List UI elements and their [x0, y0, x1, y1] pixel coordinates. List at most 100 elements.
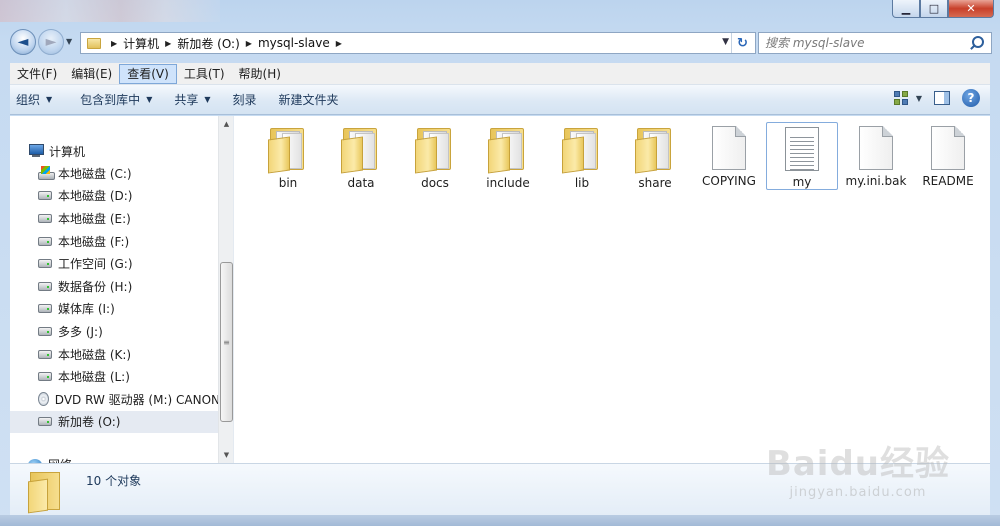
tree-item-label: 本地磁盘 (D:): [58, 189, 133, 204]
close-button[interactable]: ✕: [948, 0, 994, 18]
tree-item-drive-j[interactable]: 多多 (J:): [10, 320, 220, 343]
drive-icon: [38, 304, 52, 314]
navpane-scrollbar[interactable]: ▲ ≡ ▼: [218, 116, 233, 463]
address-history-dropdown[interactable]: ▼: [722, 37, 729, 47]
breadcrumb-computer[interactable]: 计算机: [123, 35, 159, 52]
text-document-icon: [785, 127, 819, 171]
search-input[interactable]: [759, 36, 969, 50]
folder-icon: [341, 126, 381, 174]
scroll-up-icon[interactable]: ▲: [219, 116, 233, 132]
search-box[interactable]: [758, 32, 992, 54]
tree-item-network[interactable]: 网络: [28, 456, 72, 463]
recent-pages-dropdown[interactable]: ▼: [66, 37, 72, 46]
drive-icon: [38, 259, 52, 269]
document-icon: [859, 126, 893, 170]
tree-item-drive-h[interactable]: 数据备份 (H:): [10, 275, 220, 298]
tree-item-label: 本地磁盘 (K:): [58, 347, 132, 362]
file-name: bin: [278, 176, 298, 190]
tree-item-drive-e[interactable]: 本地磁盘 (E:): [10, 207, 220, 230]
burn-button[interactable]: 刻录: [222, 91, 268, 108]
file-item-share[interactable]: share: [619, 122, 691, 190]
view-options-dropdown[interactable]: ▼: [916, 94, 922, 103]
file-name: include: [486, 176, 530, 190]
tree-item-label: 本地磁盘 (F:): [58, 234, 130, 249]
address-bar[interactable]: ▶ 计算机 ▶ 新加卷 (O:) ▶ mysql-slave ▶ ▼ ↻: [80, 32, 756, 54]
search-icon[interactable]: [969, 34, 987, 52]
explorer-window: ▁ □ ✕ ◄ ► ▼ ▶ 计算机 ▶ 新加卷 (O:) ▶ mysql-sla…: [0, 0, 1000, 526]
drive-icon: [38, 213, 52, 223]
menu-edit[interactable]: 编辑(E): [64, 64, 119, 84]
organize-label: 组织: [16, 93, 41, 107]
organize-button[interactable]: 组织 ▼: [10, 91, 63, 108]
file-item-data[interactable]: data: [325, 122, 397, 190]
back-button[interactable]: ◄: [10, 29, 36, 55]
include-in-library-button[interactable]: 包含到库中 ▼: [69, 91, 163, 108]
file-item-bin[interactable]: bin: [252, 122, 324, 190]
share-label: 共享: [174, 93, 199, 107]
tree-item-drive-d[interactable]: 本地磁盘 (D:): [10, 185, 220, 208]
chevron-right-icon[interactable]: ▶: [246, 39, 252, 48]
file-list: bin data docs include lib share COPYING …: [246, 122, 990, 452]
watermark-url: jingyan.baidu.com: [789, 485, 927, 500]
file-item-my-ini-bak[interactable]: my.ini.bak: [840, 122, 912, 190]
file-name: data: [347, 176, 375, 190]
scroll-down-icon[interactable]: ▼: [219, 447, 233, 463]
file-item-lib[interactable]: lib: [546, 122, 618, 190]
include-in-library-label: 包含到库中: [80, 93, 141, 107]
menu-tools[interactable]: 工具(T): [177, 64, 232, 84]
chevron-right-icon[interactable]: ▶: [336, 39, 342, 48]
scrollbar-thumb[interactable]: ≡: [220, 262, 233, 422]
tree-item-drive-k[interactable]: 本地磁盘 (K:): [10, 343, 220, 366]
file-name: my: [792, 175, 812, 189]
folder-icon: [268, 126, 308, 174]
breadcrumb: ▶ 计算机 ▶ 新加卷 (O:) ▶ mysql-slave ▶: [105, 35, 348, 52]
command-bar: 组织 ▼ 包含到库中 ▼ 共享 ▼ 刻录 新建文件夹 ▼ ?: [10, 85, 990, 115]
drive-icon: [38, 349, 52, 359]
forward-button[interactable]: ►: [38, 29, 64, 55]
title-bar: [0, 0, 220, 22]
tree-item-computer[interactable]: 计算机: [10, 140, 220, 162]
document-icon: [931, 126, 965, 170]
menu-file[interactable]: 文件(F): [10, 64, 64, 84]
tree-item-drive-i[interactable]: 媒体库 (I:): [10, 298, 220, 321]
folder-tree: 计算机 本地磁盘 (C:) 本地磁盘 (D:) 本地磁盘 (E:) 本地磁盘 (…: [10, 140, 220, 434]
taskbar: [0, 515, 1000, 526]
refresh-button[interactable]: ↻: [731, 33, 753, 53]
file-name: my.ini.bak: [845, 174, 907, 188]
maximize-button[interactable]: □: [920, 0, 948, 18]
file-item-readme[interactable]: README: [912, 122, 984, 190]
change-view-icon[interactable]: [893, 91, 910, 105]
folder-icon: [87, 37, 101, 49]
chevron-right-icon[interactable]: ▶: [165, 39, 171, 48]
file-name: README: [922, 174, 974, 188]
tree-item-drive-c[interactable]: 本地磁盘 (C:): [10, 162, 220, 185]
menu-help[interactable]: 帮助(H): [232, 64, 288, 84]
file-item-include[interactable]: include: [472, 122, 544, 190]
help-icon[interactable]: ?: [962, 89, 980, 107]
tree-item-drive-o[interactable]: 新加卷 (O:): [10, 410, 220, 434]
tree-item-label: 工作空间 (G:): [58, 257, 133, 272]
new-folder-button[interactable]: 新建文件夹: [268, 91, 350, 108]
breadcrumb-mysql-slave[interactable]: mysql-slave: [258, 36, 330, 50]
preview-pane-icon[interactable]: [934, 91, 950, 105]
drive-icon: [38, 417, 52, 427]
minimize-button[interactable]: ▁: [892, 0, 920, 18]
caret-down-icon: ▼: [146, 95, 153, 104]
breadcrumb-volume-o[interactable]: 新加卷 (O:): [177, 35, 239, 52]
tree-item-drive-m[interactable]: DVD RW 驱动器 (M:) CANON: [10, 388, 220, 411]
tree-item-label: 本地磁盘 (L:): [58, 370, 130, 385]
file-item-docs[interactable]: docs: [399, 122, 471, 190]
folder-icon: [635, 126, 675, 174]
caret-down-icon: ▼: [46, 95, 53, 104]
share-button[interactable]: 共享 ▼: [163, 91, 221, 108]
menu-view[interactable]: 查看(V): [119, 63, 177, 84]
tree-item-drive-g[interactable]: 工作空间 (G:): [10, 252, 220, 275]
caret-down-icon: ▼: [204, 95, 211, 104]
tree-item-drive-l[interactable]: 本地磁盘 (L:): [10, 365, 220, 388]
command-bar-right: ▼ ?: [893, 89, 980, 107]
chevron-right-icon[interactable]: ▶: [111, 39, 117, 48]
folder-icon: [28, 470, 60, 510]
file-item-copying[interactable]: COPYING: [693, 122, 765, 190]
tree-item-drive-f[interactable]: 本地磁盘 (F:): [10, 230, 220, 253]
file-item-my[interactable]: my: [766, 122, 838, 190]
